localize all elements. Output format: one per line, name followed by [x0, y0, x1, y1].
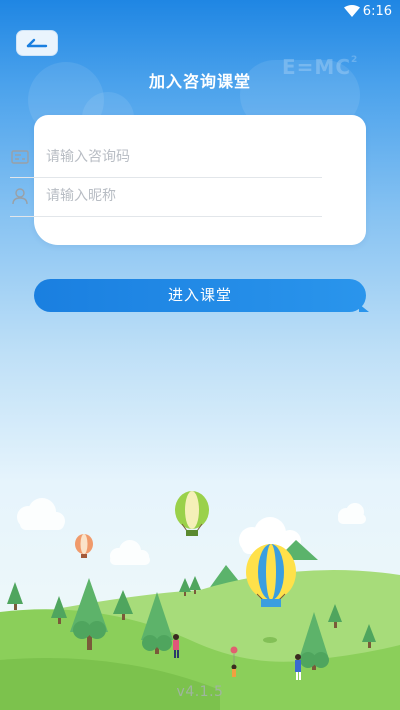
cloud — [338, 503, 366, 524]
landscape-illustration — [0, 491, 400, 710]
orange-balloon — [75, 534, 93, 558]
version-label: v4.1.5 — [176, 684, 224, 700]
green-balloon — [175, 491, 209, 536]
cloud — [110, 540, 150, 565]
cloud — [17, 498, 65, 530]
tree — [7, 582, 23, 610]
